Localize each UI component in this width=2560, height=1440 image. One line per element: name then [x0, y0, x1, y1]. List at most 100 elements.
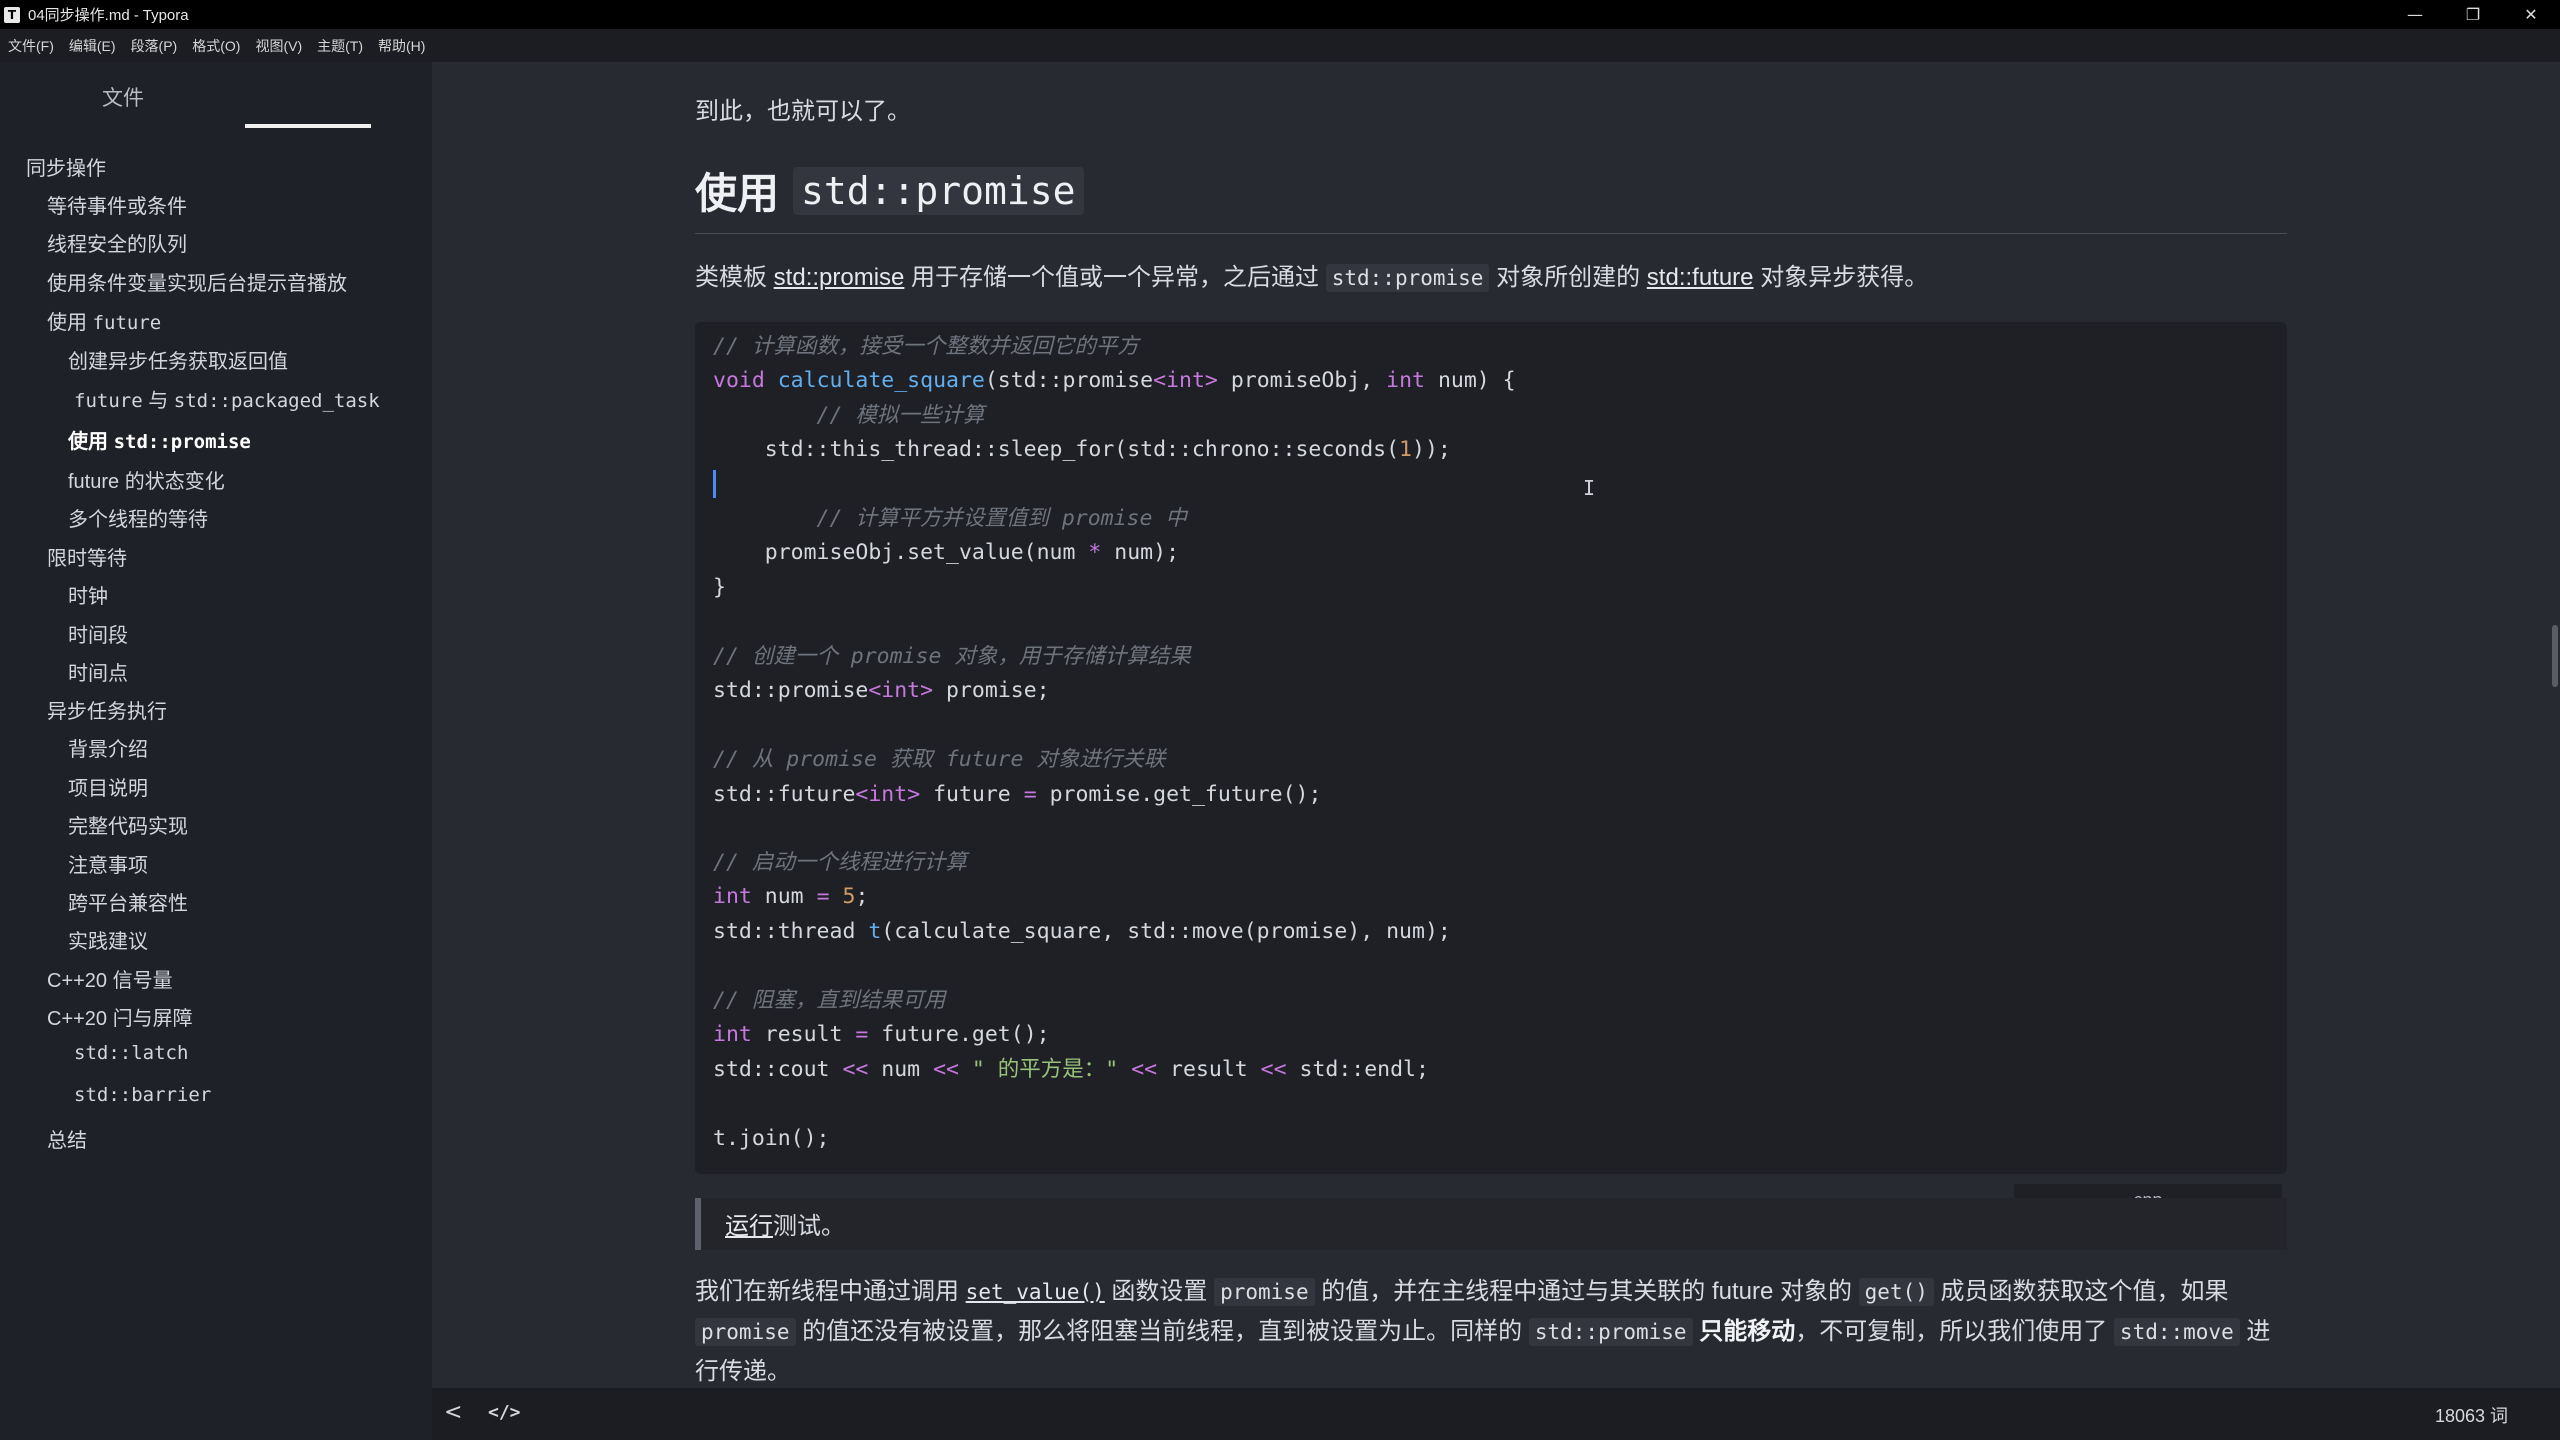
explanation-paragraph[interactable]: 我们在新线程中通过调用 set_value() 函数设置 promise 的值，… [695, 1272, 2287, 1392]
blockquote-text: 运行测试。 [725, 1206, 845, 1241]
outline-item[interactable]: 等待事件或条件 [47, 190, 187, 219]
outline-item[interactable]: std::barrier [74, 1084, 211, 1106]
code-line: int num = 5; [713, 884, 869, 909]
outline-item[interactable]: 时钟 [68, 580, 108, 609]
blockquote[interactable]: 运行测试。 [695, 1198, 2287, 1250]
text-span: 行传递。 [695, 1358, 791, 1385]
outline-item-code: std::latch [74, 1042, 189, 1064]
code-line: std::cout << num << " 的平方是：" << result <… [713, 1057, 1429, 1082]
link-set-value[interactable]: set_value() [966, 1280, 1105, 1304]
outline-item[interactable]: 注意事项 [68, 849, 148, 878]
outline-item[interactable]: 线程安全的队列 [47, 228, 187, 257]
sidebar: 文件 大纲 同步操作 等待事件或条件 线程安全的队列 使用条件变量实现后台提示音… [0, 62, 482, 1440]
outline-item[interactable]: 创建异步任务获取返回值 [68, 345, 288, 374]
outline-item[interactable]: 跨平台兼容性 [68, 887, 188, 916]
outline-item-label: 同步操作 [26, 158, 106, 180]
menu-help[interactable]: 帮助(H) [378, 36, 425, 56]
outline-item[interactable]: 时间段 [68, 619, 128, 648]
editor-area[interactable]: 到此，也就可以了。 使用 std::promise 类模板 std::promi… [432, 62, 2560, 1412]
description-paragraph[interactable]: 类模板 std::promise 用于存储一个值或一个异常，之后通过 std::… [695, 258, 2287, 298]
minimize-button[interactable]: — [2386, 0, 2444, 29]
outline-item[interactable]: 使用条件变量实现后台提示音播放 [47, 267, 347, 296]
outline-item[interactable]: future 的状态变化 [68, 465, 225, 494]
link-std-future[interactable]: std::future [1647, 264, 1754, 291]
outline-item[interactable]: 实践建议 [68, 925, 148, 954]
outline-item[interactable]: 异步任务执行 [47, 695, 167, 724]
menu-edit[interactable]: 编辑(E) [69, 36, 116, 56]
outline-item-label: 总结 [47, 1130, 87, 1152]
active-tab-indicator [245, 124, 371, 128]
outline-item-code: std::promise [113, 431, 251, 453]
outline-item-label: 时钟 [68, 586, 108, 608]
text-cursor [713, 470, 716, 498]
source-code-mode-icon[interactable]: </> [488, 1402, 521, 1423]
outline-item[interactable]: C++20 信号量 [47, 964, 173, 993]
outline-item-label: 时间点 [68, 663, 128, 685]
inline-code: std::promise [1325, 264, 1490, 292]
link-run[interactable]: 运行 [725, 1213, 773, 1240]
outline-item-label: 使用条件变量实现后台提示音播放 [47, 273, 347, 295]
window-title: 04同步操作.md - Typora [28, 7, 189, 24]
typora-app-icon: T [4, 6, 20, 23]
word-count[interactable]: 18063 词 [2435, 1402, 2508, 1428]
menu-format[interactable]: 格式(O) [192, 36, 240, 56]
tab-files[interactable]: 文件 [60, 82, 186, 112]
inline-code: get() [1858, 1278, 1934, 1306]
code-line: // 启动一个线程进行计算 [713, 850, 967, 875]
outline-item-label: 异步任务执行 [47, 701, 167, 723]
link-std-promise[interactable]: std::promise [774, 264, 905, 291]
outline-item-code: std::barrier [74, 1084, 212, 1106]
heading-divider [695, 233, 2287, 234]
outline-item-label: 实践建议 [68, 931, 148, 953]
outline-item-code: std::packaged_task [173, 390, 380, 412]
outline-item[interactable]: 项目说明 [68, 772, 148, 801]
outline-item[interactable]: future 与 std::packaged_task [74, 384, 380, 413]
inline-code: promise [695, 1318, 796, 1346]
code-block[interactable]: // 计算函数，接受一个整数并返回它的平方 void calculate_squ… [695, 322, 2287, 1174]
scrollbar-thumb[interactable] [2552, 625, 2558, 687]
code-line: int result = future.get(); [713, 1022, 1050, 1047]
menu-view[interactable]: 视图(V) [255, 36, 302, 56]
code-line: std::future<int> future = promise.get_fu… [713, 782, 1322, 807]
outline-item[interactable]: std::latch [74, 1042, 188, 1064]
outline-item-label: 时间段 [68, 625, 128, 647]
outline-item-label: 使用 [68, 431, 114, 453]
mouse-ibeam-icon: I [1583, 476, 1596, 500]
heading-code: std::promise [793, 166, 1084, 215]
outline-item[interactable]: 总结 [47, 1124, 87, 1153]
outline-item[interactable]: 完整代码实现 [68, 810, 188, 839]
outline-item[interactable]: 使用 future [47, 306, 161, 335]
menu-theme[interactable]: 主题(T) [317, 36, 363, 56]
text-span: 用于存储一个值或一个异常，之后通过 [904, 264, 1326, 291]
outline-item[interactable]: 同步操作 [26, 152, 106, 181]
menu-bar: 文件(F) 编辑(E) 段落(P) 格式(O) 视图(V) 主题(T) 帮助(H… [0, 29, 2560, 62]
outline-item[interactable]: 限时等待 [47, 542, 127, 571]
outline-item[interactable]: 时间点 [68, 657, 128, 686]
outline-item-active[interactable]: 使用 std::promise [68, 425, 251, 454]
menu-paragraph[interactable]: 段落(P) [131, 36, 178, 56]
toggle-sidebar-icon[interactable]: < [444, 1400, 462, 1425]
outline-item-label: 限时等待 [47, 548, 127, 570]
code-line: promiseObj.set_value(num * num); [713, 540, 1180, 565]
outline-item-label: 多个线程的等待 [68, 509, 208, 531]
outline-item-label: 与 [142, 390, 174, 412]
outline-item[interactable]: C++20 闩与屏障 [47, 1002, 193, 1031]
outline-item[interactable]: 背景介绍 [68, 733, 148, 762]
window-controls: — ❐ ✕ [2386, 0, 2560, 29]
outline-item-label: future 的状态变化 [68, 471, 225, 493]
outline-item-label: C++20 闩与屏障 [47, 1008, 193, 1030]
intro-paragraph[interactable]: 到此，也就可以了。 [695, 92, 2287, 132]
inline-code: std::promise [1528, 1318, 1693, 1346]
section-heading[interactable]: 使用 std::promise [695, 160, 2287, 221]
text-span: 对象异步获得。 [1753, 264, 1929, 291]
close-button[interactable]: ✕ [2502, 0, 2560, 29]
code-line: std::thread t(calculate_square, std::mov… [713, 919, 1451, 944]
text-span: 测试。 [773, 1213, 845, 1240]
text-span: 对象所创建的 [1489, 264, 1647, 291]
code-line: std::promise<int> promise; [713, 678, 1050, 703]
text-span: 成员函数获取这个值，如果 [1933, 1278, 2229, 1305]
outline-item-code: future [92, 312, 162, 334]
outline-item[interactable]: 多个线程的等待 [68, 503, 208, 532]
restore-button[interactable]: ❐ [2444, 0, 2502, 29]
menu-file[interactable]: 文件(F) [8, 36, 54, 56]
